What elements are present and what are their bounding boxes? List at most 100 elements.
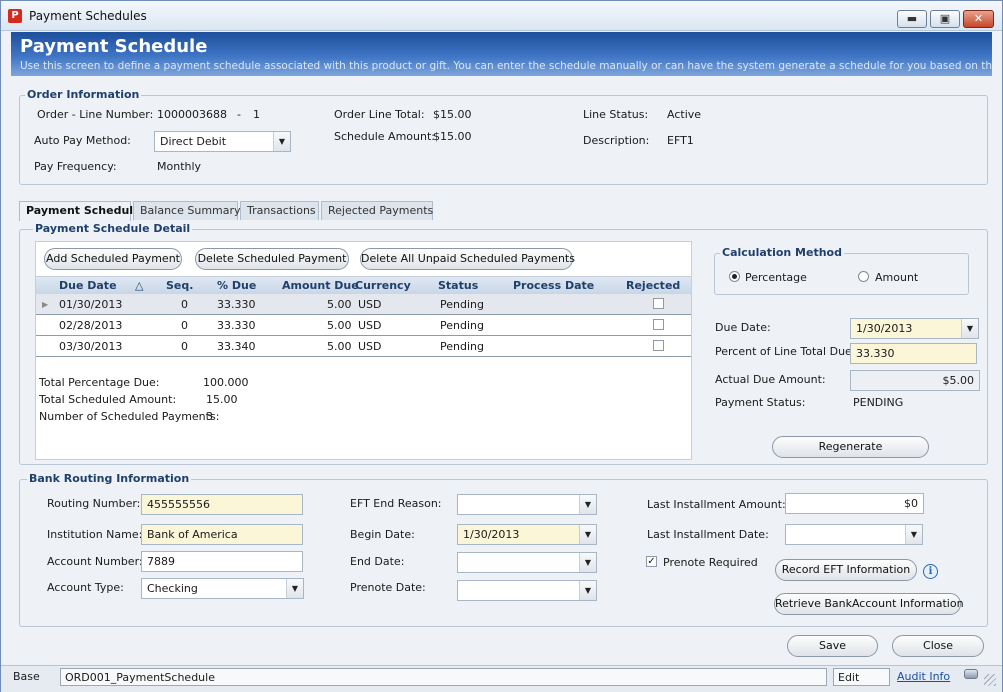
record-eft-button[interactable]: Record EFT Information xyxy=(775,559,917,581)
last-installment-date-picker[interactable]: ▼ xyxy=(785,524,923,545)
auto-pay-value: Direct Debit xyxy=(160,135,227,148)
chevron-down-icon[interactable]: ▼ xyxy=(905,525,922,544)
info-icon[interactable]: i xyxy=(923,564,938,579)
table-row[interactable]: 03/30/2013 0 33.340 5.00 USD Pending xyxy=(36,336,691,357)
last-installment-amount-field[interactable]: $0 xyxy=(785,493,924,514)
table-row[interactable]: 02/28/2013 0 33.330 5.00 USD Pending xyxy=(36,315,691,336)
minimize-button[interactable]: ▬ xyxy=(897,10,927,28)
due-date-picker[interactable]: 1/30/2013 ▼ xyxy=(850,318,979,339)
account-number-label: Account Number: xyxy=(47,555,143,568)
percent-line-total-input[interactable]: 33.330 xyxy=(850,343,977,364)
retrieve-bank-account-button[interactable]: Retrieve BankAccount Information xyxy=(774,593,964,615)
begin-date-label: Begin Date: xyxy=(350,528,415,541)
cell-due-date: 03/30/2013 xyxy=(59,340,123,353)
tab-balance-summary[interactable]: Balance Summary xyxy=(133,201,241,220)
col-seq[interactable]: Seq. xyxy=(166,279,193,292)
mode-indicator: Base xyxy=(13,670,40,683)
schedule-amount-label: Schedule Amount: xyxy=(334,130,435,143)
auto-pay-label: Auto Pay Method: xyxy=(34,134,131,147)
last-installment-date-label: Last Installment Date: xyxy=(647,528,769,541)
cell-pct-due: 33.340 xyxy=(217,340,256,353)
tab-payment-schedule[interactable]: Payment Schedule xyxy=(19,201,141,221)
cell-currency: USD xyxy=(358,319,382,332)
col-process-date[interactable]: Process Date xyxy=(513,279,594,292)
app-logo-icon: P xyxy=(8,9,22,23)
num-payments-value: 3 xyxy=(206,410,213,423)
resize-grip-icon[interactable] xyxy=(984,674,996,686)
percentage-radio[interactable] xyxy=(729,271,740,282)
cell-currency: USD xyxy=(358,298,382,311)
col-due-date[interactable]: Due Date xyxy=(59,279,117,292)
status-bar: Base ORD001_PaymentSchedule Edit Audit I… xyxy=(1,665,1002,692)
col-rejected[interactable]: Rejected xyxy=(626,279,680,292)
rejected-checkbox[interactable] xyxy=(653,298,664,309)
cell-status: Pending xyxy=(440,319,484,332)
cell-pct-due: 33.330 xyxy=(217,319,256,332)
page-title: Payment Schedule xyxy=(20,36,208,57)
description-label: Description: xyxy=(583,134,650,147)
schedule-detail-legend: Payment Schedule Detail xyxy=(33,222,193,235)
line-number: 1 xyxy=(253,108,260,121)
tab-rejected-payments[interactable]: Rejected Payments xyxy=(321,201,433,220)
chevron-down-icon[interactable]: ▼ xyxy=(286,579,303,598)
maximize-button[interactable]: ▣ xyxy=(930,10,960,28)
order-information-legend: Order Information xyxy=(25,88,142,101)
line-status-value: Active xyxy=(667,108,702,121)
amount-radio[interactable] xyxy=(858,271,869,282)
total-scheduled-amount-value: 15.00 xyxy=(206,393,238,406)
eft-end-reason-label: EFT End Reason: xyxy=(350,497,442,510)
prenote-required-label: Prenote Required xyxy=(663,556,758,569)
end-date-picker[interactable]: ▼ xyxy=(457,552,597,573)
routing-number-input[interactable]: 455555556 xyxy=(141,494,303,515)
payment-schedule-grid: Due Date △ Seq. % Due Amount Due Currenc… xyxy=(35,276,692,460)
tab-transactions[interactable]: Transactions xyxy=(240,201,319,220)
account-type-label: Account Type: xyxy=(47,581,124,594)
chevron-down-icon[interactable]: ▼ xyxy=(579,495,596,514)
chevron-down-icon[interactable]: ▼ xyxy=(579,525,596,544)
cell-currency: USD xyxy=(358,340,382,353)
percentage-radio-label: Percentage xyxy=(745,271,807,284)
chevron-down-icon[interactable]: ▼ xyxy=(961,319,978,338)
col-pct-due[interactable]: % Due xyxy=(217,279,256,292)
total-scheduled-amount-label: Total Scheduled Amount: xyxy=(39,393,177,406)
payment-schedules-window: P Payment Schedules ▬ ▣ ✕ Payment Schedu… xyxy=(0,0,1003,692)
regenerate-button[interactable]: Regenerate xyxy=(772,436,929,458)
col-currency[interactable]: Currency xyxy=(355,279,411,292)
close-window-button[interactable]: ✕ xyxy=(963,10,994,28)
col-status[interactable]: Status xyxy=(438,279,478,292)
cell-pct-due: 33.330 xyxy=(217,298,256,311)
table-row[interactable]: ▶ 01/30/2013 0 33.330 5.00 USD Pending xyxy=(36,294,691,315)
delete-scheduled-payment-button[interactable]: Delete Scheduled Payment xyxy=(195,248,349,270)
num-payments-label: Number of Scheduled Payments: xyxy=(39,410,220,423)
col-amount-due[interactable]: Amount Due xyxy=(282,279,359,292)
cell-amount-due: 5.00 xyxy=(327,340,352,353)
begin-date-picker[interactable]: 1/30/2013 ▼ xyxy=(457,524,597,545)
audit-info-link[interactable]: Audit Info xyxy=(897,670,950,683)
end-date-label: End Date: xyxy=(350,555,405,568)
prenote-date-picker[interactable]: ▼ xyxy=(457,580,597,601)
title-bar: P Payment Schedules ▬ ▣ ✕ xyxy=(1,1,1002,31)
rejected-checkbox[interactable] xyxy=(653,319,664,330)
chevron-down-icon[interactable]: ▼ xyxy=(579,553,596,572)
institution-name-input[interactable]: Bank of America xyxy=(141,524,303,545)
account-type-select[interactable]: Checking ▼ xyxy=(141,578,304,599)
bank-routing-legend: Bank Routing Information xyxy=(27,472,192,485)
eft-end-reason-select[interactable]: ▼ xyxy=(457,494,597,515)
auto-pay-method-select[interactable]: Direct Debit ▼ xyxy=(154,131,291,152)
close-button[interactable]: Close xyxy=(892,635,984,657)
sort-ascending-icon: △ xyxy=(135,279,144,292)
add-scheduled-payment-button[interactable]: Add Scheduled Payment xyxy=(44,248,182,270)
percent-line-total-label: Percent of Line Total Due: xyxy=(715,345,856,358)
grid-header: Due Date △ Seq. % Due Amount Due Currenc… xyxy=(36,277,691,294)
payment-status-label: Payment Status: xyxy=(715,396,806,409)
delete-all-unpaid-button[interactable]: Delete All Unpaid Scheduled Payments xyxy=(360,248,575,270)
prenote-required-checkbox[interactable]: ✓ xyxy=(646,556,657,567)
save-button[interactable]: Save xyxy=(787,635,878,657)
chevron-down-icon[interactable]: ▼ xyxy=(579,581,596,600)
cell-seq: 0 xyxy=(181,340,188,353)
rejected-checkbox[interactable] xyxy=(653,340,664,351)
account-number-input[interactable]: 7889 xyxy=(141,551,303,572)
printer-icon[interactable] xyxy=(964,669,978,679)
begin-date-value: 1/30/2013 xyxy=(463,528,520,541)
chevron-down-icon[interactable]: ▼ xyxy=(273,132,290,151)
